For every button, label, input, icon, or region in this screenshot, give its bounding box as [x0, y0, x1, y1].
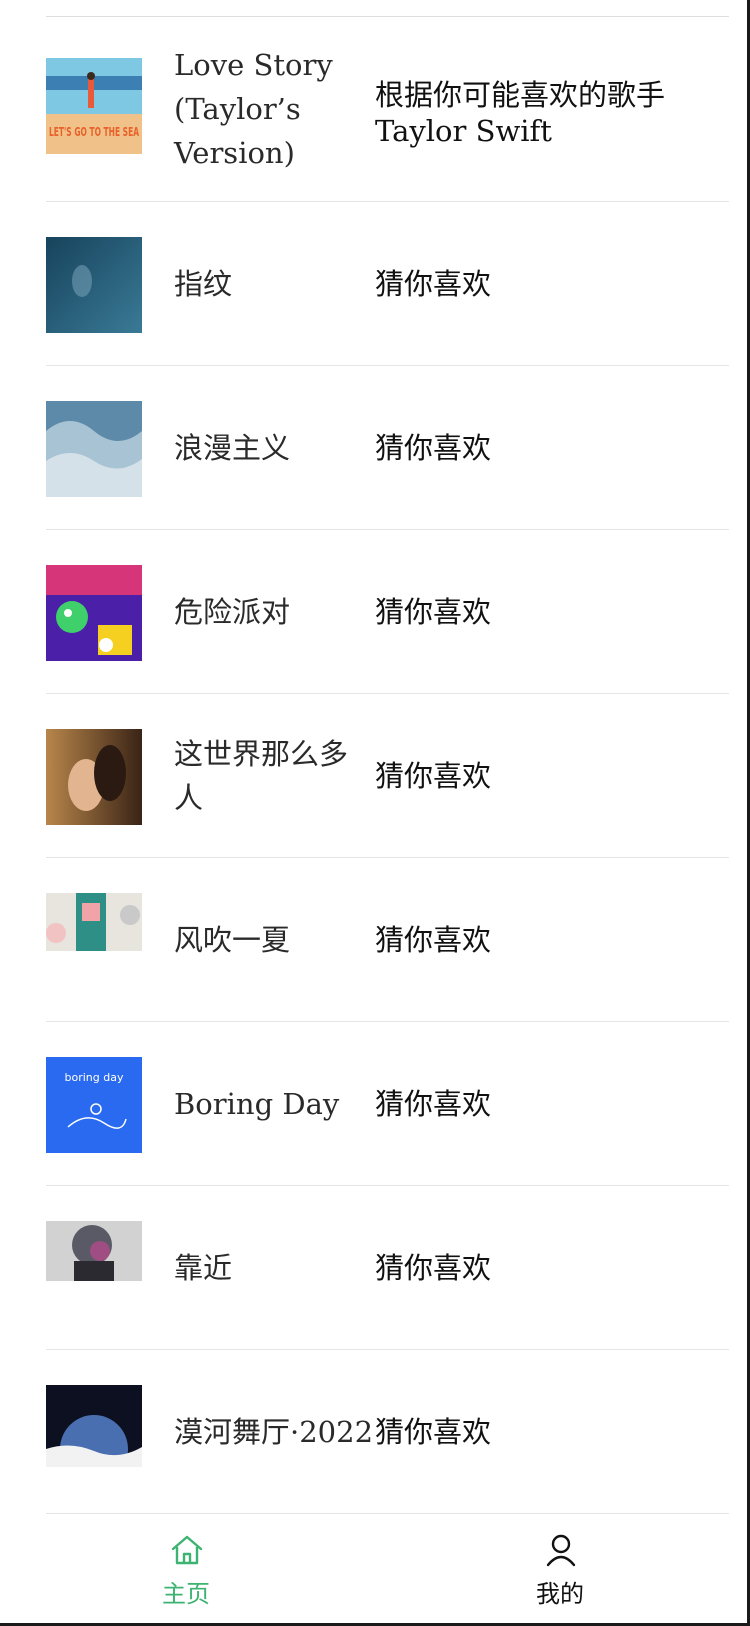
recommend-reason: 根据你可能喜欢的歌手Taylor Swift — [375, 78, 666, 148]
beach-cover-image: LET'S GO TO THE SEA — [46, 58, 142, 154]
party-cover-image — [46, 565, 142, 661]
waves-cover-art — [46, 401, 142, 497]
song-title: 指纹 — [174, 267, 233, 301]
list-item[interactable]: 指纹 猜你喜欢 — [46, 202, 729, 366]
tab-home[interactable]: 主页 — [126, 1519, 246, 1623]
home-icon — [171, 1535, 203, 1565]
song-title: 浪漫主义 — [174, 431, 291, 465]
recommend-reason: 猜你喜欢 — [375, 1251, 492, 1285]
recommend-reason: 猜你喜欢 — [375, 923, 492, 957]
tab-mine[interactable]: 我的 — [500, 1519, 620, 1623]
blue-sketch-cover-art: boring day — [46, 1057, 142, 1153]
song-title: 危险派对 — [174, 595, 291, 629]
list-item[interactable]: 风吹一夏 猜你喜欢 — [46, 858, 729, 1022]
cover-text: boring day — [65, 1071, 124, 1084]
cover-text: LET'S GO TO THE SEA — [49, 125, 139, 139]
song-title: 漠河舞厅·2022 — [174, 1415, 374, 1449]
deep-sea-cover-image — [46, 237, 142, 333]
recommend-reason: 猜你喜欢 — [375, 759, 492, 793]
summer-cover-art — [46, 893, 142, 951]
list-item[interactable]: 这世界那么多人 猜你喜欢 — [46, 694, 729, 858]
beach-cover-art: LET'S GO TO THE SEA — [46, 58, 142, 154]
list-item[interactable]: 靠近 猜你喜欢 — [46, 1186, 729, 1350]
tab-mine-label: 我的 — [536, 1580, 584, 1608]
song-title: 这世界那么多人 — [174, 737, 349, 815]
recommend-reason: 猜你喜欢 — [375, 267, 492, 301]
list-item[interactable]: 浪漫主义 猜你喜欢 — [46, 366, 729, 530]
couple-cover-image — [46, 729, 142, 825]
silhouette-cover-art — [46, 1221, 142, 1281]
recommend-reason: 猜你喜欢 — [375, 1415, 492, 1449]
blue-sketch-cover-image: boring day — [46, 1057, 142, 1153]
recommend-reason: 猜你喜欢 — [375, 595, 492, 629]
recommend-reason: 猜你喜欢 — [375, 431, 492, 465]
song-title: 风吹一夏 — [174, 923, 291, 957]
waves-cover-image — [46, 401, 142, 497]
moon-cover-art — [46, 1385, 142, 1467]
party-cover-art — [46, 565, 142, 661]
couple-cover-art — [46, 729, 142, 825]
silhouette-cover-image — [46, 1221, 142, 1281]
list-item[interactable]: 危险派对 猜你喜欢 — [46, 530, 729, 694]
list-item[interactable]: boring day Boring Day 猜你喜欢 — [46, 1022, 729, 1186]
deep-sea-cover-art — [46, 237, 142, 333]
song-title: Boring Day — [174, 1087, 340, 1121]
song-title: Love Story (Taylor’s Version) — [174, 48, 333, 170]
recommend-reason: 猜你喜欢 — [375, 1087, 492, 1121]
bottom-tab-bar: 主页 我的 — [0, 1519, 747, 1623]
user-icon — [546, 1534, 576, 1567]
list-item[interactable]: 漠河舞厅·2022 猜你喜欢 — [46, 1350, 729, 1514]
tab-home-label: 主页 — [162, 1580, 210, 1608]
moon-cover-image — [46, 1385, 142, 1467]
list-item[interactable]: LET'S GO TO THE SEA Love Story (Taylor’s… — [46, 17, 729, 202]
app-screen: LET'S GO TO THE SEA Love Story (Taylor’s… — [0, 0, 750, 1626]
song-title: 靠近 — [174, 1251, 233, 1285]
summer-cover-image — [46, 893, 142, 951]
